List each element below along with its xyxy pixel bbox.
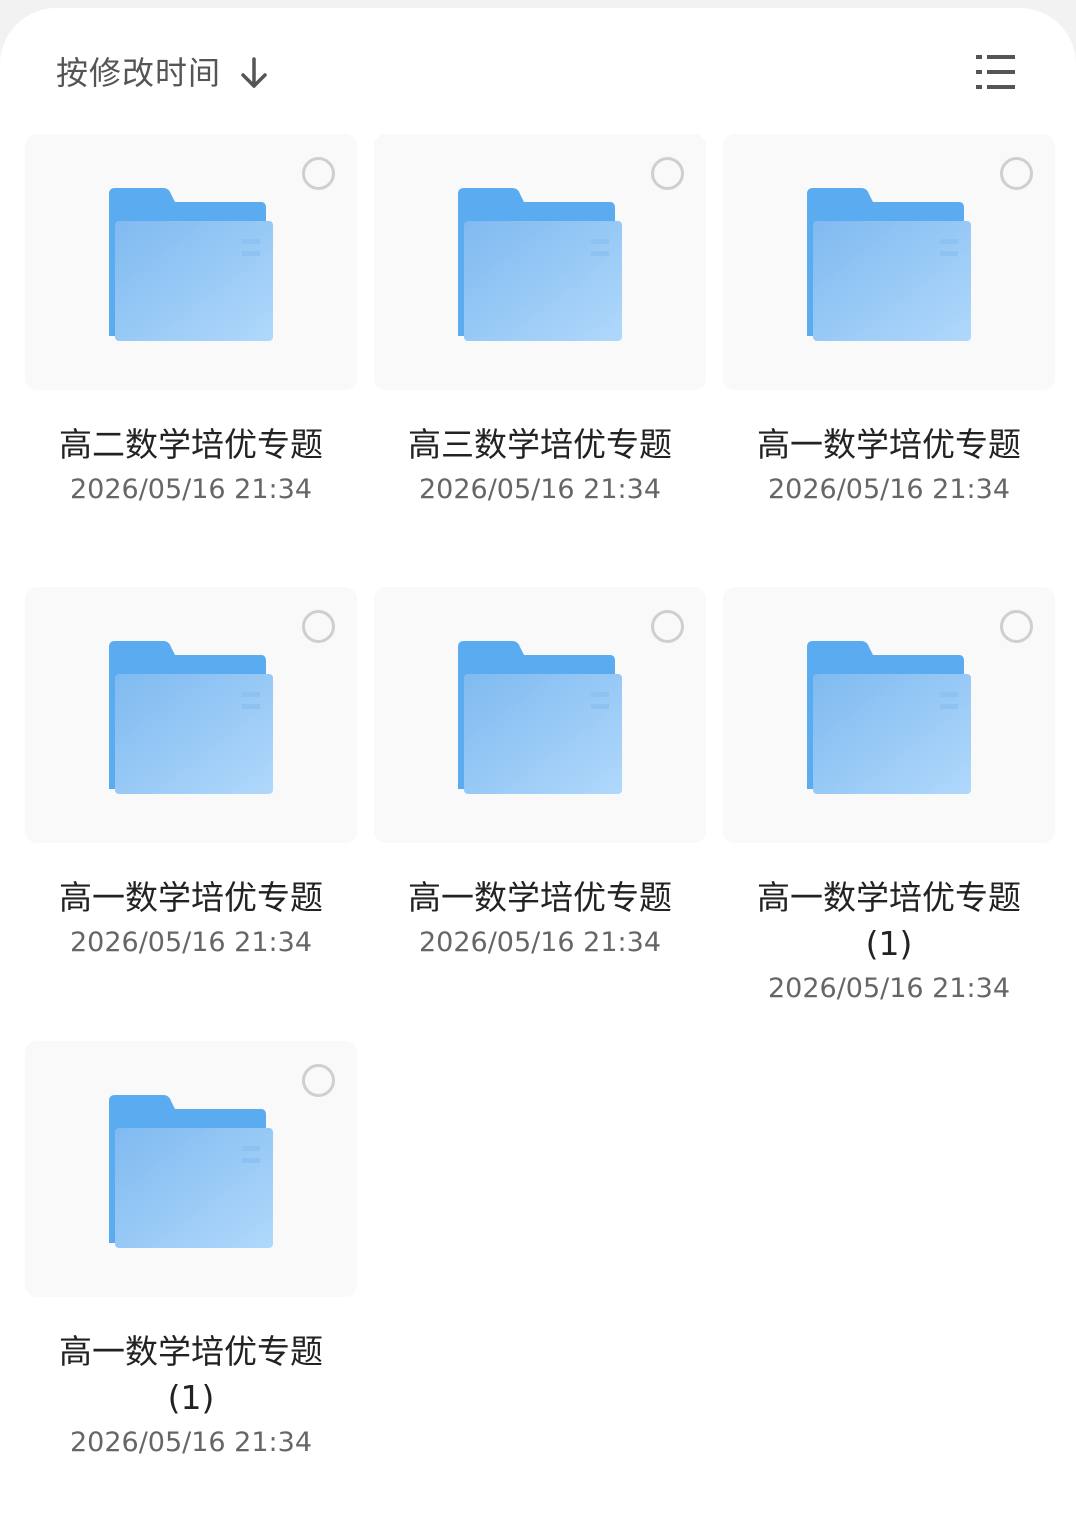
select-checkbox[interactable] [302,1064,335,1097]
folder-icon [109,641,273,794]
select-checkbox[interactable] [651,610,684,643]
folder-date: 2026/05/16 21:34 [69,474,312,505]
folder-item[interactable]: 高二数学培优专题 2026/05/16 21:34 [25,134,357,512]
folder-thumbnail [374,134,706,390]
select-checkbox[interactable] [302,610,335,643]
folder-date: 2026/05/16 21:34 [69,1427,312,1458]
folder-icon [109,1095,273,1248]
folder-date: 2026/05/16 21:34 [418,927,661,958]
folder-thumbnail [723,587,1055,843]
folder-icon [807,188,971,341]
folder-thumbnail [25,1041,357,1297]
select-checkbox[interactable] [1000,610,1033,643]
folder-date: 2026/05/16 21:34 [767,474,1010,505]
folder-name: 高一数学培优专题(1) [59,1332,323,1417]
select-checkbox[interactable] [1000,157,1033,190]
folder-thumbnail [374,587,706,843]
folder-item[interactable]: 高一数学培优专题 2026/05/16 21:34 [723,134,1055,512]
folder-name: 高一数学培优专题 [408,878,672,917]
folder-item[interactable]: 高一数学培优专题 2026/05/16 21:34 [374,587,706,965]
folder-thumbnail [723,134,1055,390]
folder-name: 高一数学培优专题(1) [757,878,1021,963]
folder-icon [458,641,622,794]
folder-thumbnail [25,587,357,843]
folder-icon [458,188,622,341]
folder-item[interactable]: 高三数学培优专题 2026/05/16 21:34 [374,134,706,512]
select-checkbox[interactable] [651,157,684,190]
folder-item[interactable]: 高一数学培优专题(1) 2026/05/16 21:34 [25,1041,357,1465]
folder-grid: 高二数学培优专题 2026/05/16 21:34 高三数学培优专题 2026/… [0,8,1076,1539]
folder-name: 高一数学培优专题 [757,425,1021,464]
folder-date: 2026/05/16 21:34 [418,474,661,505]
folder-date: 2026/05/16 21:34 [767,973,1010,1004]
folder-thumbnail [25,134,357,390]
folder-date: 2026/05/16 21:34 [69,927,312,958]
file-browser-sheet: 按修改时间 高二数学培优专题 2026/05/16 21:34 高三数学培优专题… [0,8,1076,1539]
folder-icon [807,641,971,794]
folder-name: 高三数学培优专题 [408,425,672,464]
folder-name: 高一数学培优专题 [59,878,323,917]
folder-name: 高二数学培优专题 [59,425,323,464]
select-checkbox[interactable] [302,157,335,190]
folder-item[interactable]: 高一数学培优专题(1) 2026/05/16 21:34 [723,587,1055,1011]
folder-item[interactable]: 高一数学培优专题 2026/05/16 21:34 [25,587,357,965]
folder-icon [109,188,273,341]
